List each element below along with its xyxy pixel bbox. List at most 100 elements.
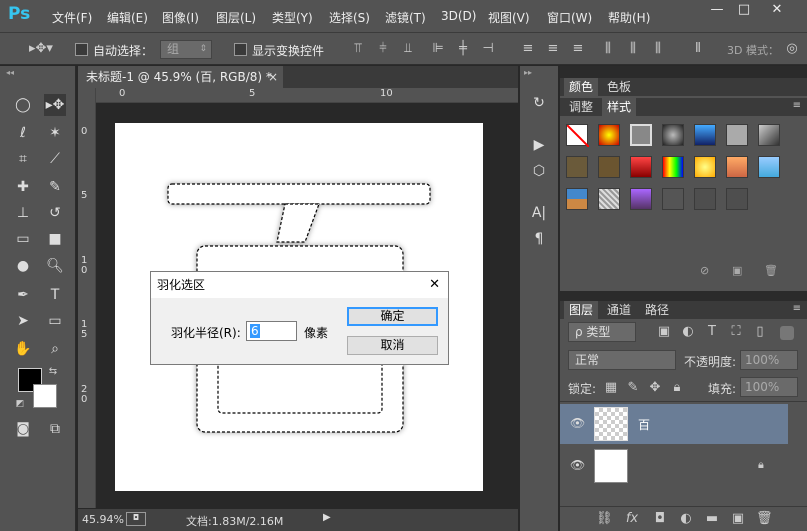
distribute-left-icon[interactable]: ⫼ [600,41,616,57]
align-hcenter-icon[interactable]: ╪ [455,41,471,57]
restore-button[interactable]: □ [733,3,755,17]
style-swatch[interactable] [662,188,684,210]
character-panel-icon[interactable]: A| [528,202,550,224]
new-style-icon[interactable]: ▣ [732,264,742,277]
show-transform-checkbox[interactable] [234,43,247,56]
visibility-eye-icon[interactable]: 👁︎ [570,416,585,430]
distribute-hcenter-icon[interactable]: ⫼ [625,41,641,57]
paragraph-panel-icon[interactable]: ¶ [528,228,550,250]
menu-filter[interactable]: 滤镜(T) [385,9,426,26]
tab-styles[interactable]: 样式 [602,98,637,116]
style-swatch[interactable] [598,156,620,178]
style-swatch[interactable] [694,188,716,210]
style-swatch[interactable] [726,188,748,210]
style-swatch[interactable] [694,156,716,178]
adjustment-layer-icon[interactable]: ◐ [678,511,694,527]
swap-colors-icon[interactable]: ⇆ [47,364,59,380]
marquee-tool-icon[interactable]: ◯ [12,94,34,116]
style-swatch[interactable] [630,124,652,146]
3d-rotate-icon[interactable]: ◎ [784,41,800,57]
filter-type-icon[interactable]: T [704,324,720,340]
move-tool-icon[interactable]: ▸✥ [44,94,66,116]
document-tab[interactable]: 未标题-1 @ 45.9% (百, RGB/8) * × [78,66,283,88]
menu-layer[interactable]: 图层(L) [216,9,256,26]
blur-tool-icon[interactable]: ● [12,255,34,277]
filter-shape-icon[interactable]: ⛶ [728,324,744,340]
eyedropper-icon[interactable]: ⟋ [44,148,66,170]
zoom-level[interactable]: 45.94% [82,513,124,526]
auto-select-checkbox[interactable] [75,43,88,56]
path-select-icon[interactable]: ➤ [12,310,34,332]
crop-tool-icon[interactable]: ⌗ [12,148,34,170]
eraser-icon[interactable]: ▭ [12,228,34,250]
align-vcenter-icon[interactable]: ⫩ [375,41,391,57]
3d-panel-icon[interactable]: ⬡ [528,160,550,182]
menu-select[interactable]: 选择(S) [329,9,370,26]
style-swatch[interactable] [758,156,780,178]
move-tool-preset-icon[interactable]: ▸✥▾ [26,41,56,57]
menu-view[interactable]: 视图(V) [488,9,530,26]
hand-tool-icon[interactable]: ✋ [12,338,34,360]
clear-style-icon[interactable]: ⊘ [700,264,709,277]
cancel-button[interactable]: 取消 [347,336,438,355]
screen-mode-icon[interactable]: ⧉ [44,418,66,440]
style-swatch[interactable] [726,156,748,178]
quick-mask-icon[interactable]: ◙ [12,418,34,440]
visibility-eye-icon[interactable]: 👁︎ [570,458,585,472]
menu-3d[interactable]: 3D(D) [441,9,476,23]
default-colors-icon[interactable]: ◩ [14,396,26,412]
tab-channels[interactable]: 通道 [602,301,636,319]
minimize-button[interactable]: — [706,3,728,17]
opacity-field[interactable]: 100% [740,350,798,370]
link-layers-icon[interactable]: ⛓ [596,511,613,527]
align-top-icon[interactable]: ⫪ [350,41,366,57]
align-left-icon[interactable]: ⊫ [430,41,446,57]
tab-color[interactable]: 颜色 [564,78,599,96]
rectangle-tool-icon[interactable]: ▭ [44,310,66,332]
style-swatch[interactable] [662,124,684,146]
status-menu-arrow-icon[interactable]: ▶ [323,512,331,523]
feather-radius-input[interactable]: 6 [246,321,297,341]
document-tab-close-icon[interactable]: × [268,66,278,88]
tab-layers[interactable]: 图层 [564,301,599,319]
filter-toggle[interactable] [780,326,794,340]
auto-align-icon[interactable]: ⫴ [690,41,706,57]
layer-filter-dropdown[interactable]: ρ 类型 [568,322,636,342]
gradient-tool-icon[interactable]: ■ [44,228,66,250]
style-swatch[interactable] [726,124,748,146]
layer-row[interactable]: 👁︎ 🔒︎ [560,446,788,486]
clone-stamp-icon[interactable]: ⊥ [12,202,34,224]
filter-pixel-icon[interactable]: ▣ [656,324,672,340]
style-swatch[interactable] [694,124,716,146]
tab-paths[interactable]: 路径 [640,301,674,319]
lock-pixels-icon[interactable]: ✎ [626,380,640,396]
menu-edit[interactable]: 编辑(E) [107,9,148,26]
brush-tool-icon[interactable]: ✎ [44,176,66,198]
align-bottom-icon[interactable]: ⫫ [400,41,416,57]
style-swatch[interactable] [630,188,652,210]
actions-panel-icon[interactable]: ▶ [528,134,550,156]
style-swatch[interactable] [662,156,684,178]
dock-collapse-icon[interactable]: ▸▸ [524,68,532,77]
distribute-vcenter-icon[interactable]: ≡ [545,41,561,57]
delete-style-icon[interactable]: 🗑︎ [764,264,778,277]
dodge-tool-icon[interactable]: 🔍︎ [44,255,66,277]
tab-swatches[interactable]: 色板 [602,78,636,96]
new-layer-icon[interactable]: ▣ [730,511,746,527]
filter-adjust-icon[interactable]: ◐ [680,324,696,340]
fill-field[interactable]: 100% [740,377,798,397]
layers-menu-icon[interactable]: ≡ [793,303,801,314]
style-swatch-none[interactable] [566,124,590,148]
blend-mode-dropdown[interactable]: 正常 [568,350,676,370]
style-swatch[interactable] [758,124,780,146]
lock-all-icon[interactable]: 🔒︎ [670,380,684,396]
auto-select-dropdown[interactable]: 组 ⇕ [160,40,212,59]
healing-brush-icon[interactable]: ✚ [12,176,34,198]
fx-icon[interactable]: fx [624,511,640,527]
pen-tool-icon[interactable]: ✒ [12,284,34,306]
lock-position-icon[interactable]: ✥ [648,380,662,396]
add-mask-icon[interactable]: ◘ [652,511,668,527]
align-right-icon[interactable]: ⊣ [480,41,496,57]
distribute-bottom-icon[interactable]: ≡ [570,41,586,57]
distribute-right-icon[interactable]: ⫼ [650,41,666,57]
